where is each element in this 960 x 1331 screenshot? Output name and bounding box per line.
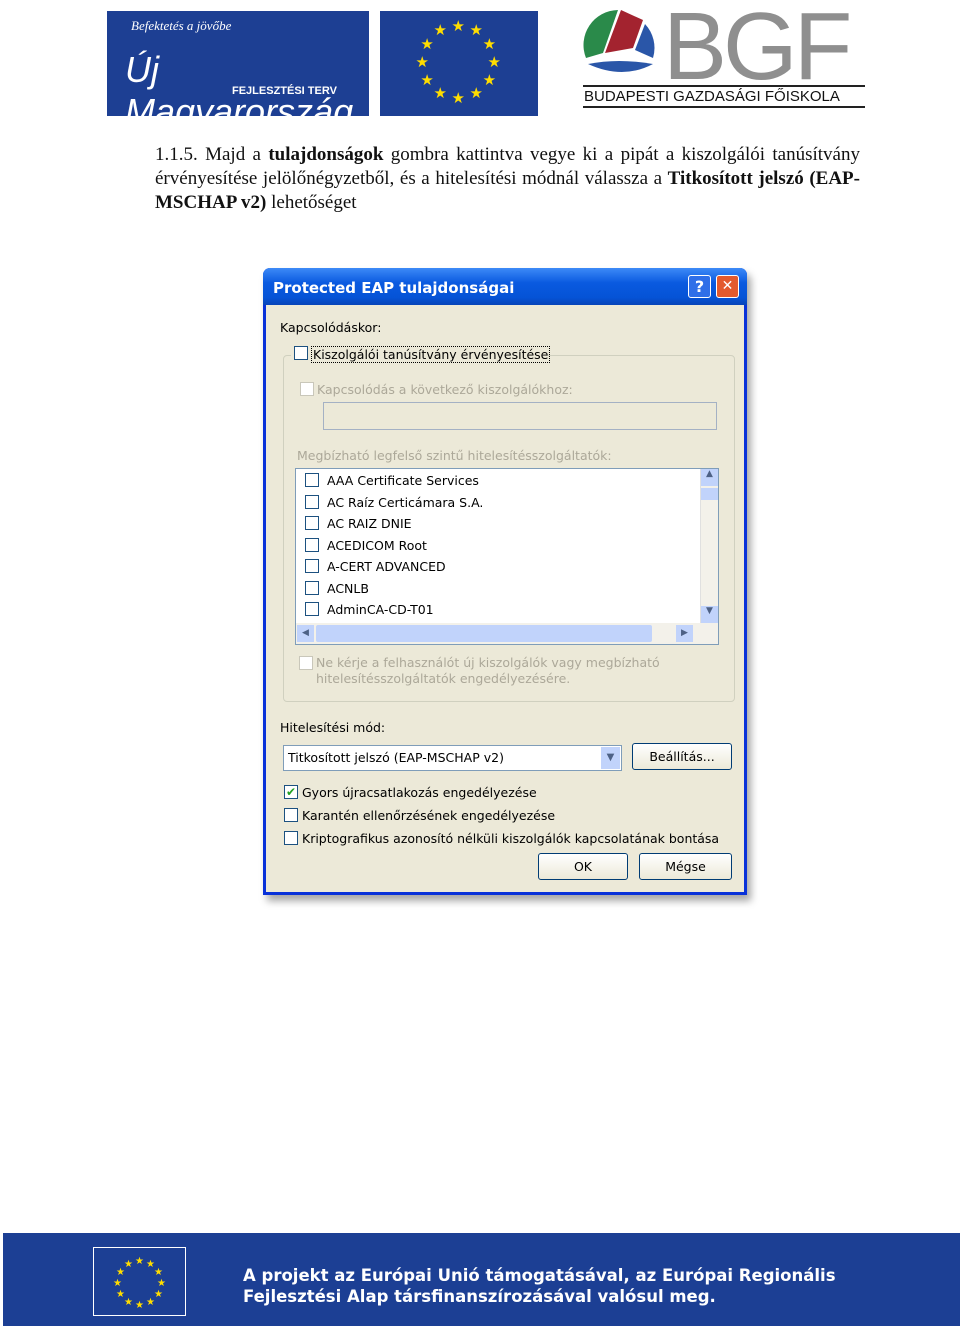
hscroll-thumb[interactable] <box>316 625 652 642</box>
scroll-down-icon[interactable]: ▼ <box>701 606 718 623</box>
ca-checkbox[interactable] <box>305 580 319 595</box>
scroll-left-icon[interactable]: ◀ <box>297 625 314 642</box>
auth-method-select[interactable]: Titkosított jelszó (EAP-MSCHAP v2) ▼ <box>283 745 622 771</box>
ca-list-item[interactable]: AAA Certificate Services <box>327 473 479 488</box>
star-icon: ★ <box>433 85 447 102</box>
ca-list-item[interactable]: AdminCA-CD-T01 <box>327 602 434 617</box>
star-icon: ★ <box>469 23 483 40</box>
star-icon: ★ <box>154 1289 164 1300</box>
star-icon: ★ <box>124 1297 133 1309</box>
option-checkbox[interactable]: ✔ <box>284 785 298 799</box>
star-icon: ★ <box>124 1258 133 1270</box>
bgf-logo: BGF BUDAPESTI GAZDASÁGI FŐISKOLA <box>583 0 865 110</box>
help-button[interactable]: ? <box>688 275 711 298</box>
title-bar[interactable]: Protected EAP tulajdonságai ? ✕ <box>263 268 747 305</box>
star-icon: ★ <box>482 72 497 89</box>
close-button[interactable]: ✕ <box>716 275 739 298</box>
star-icon: ★ <box>451 18 465 35</box>
option-checkbox[interactable] <box>284 831 298 845</box>
ok-button[interactable]: OK <box>538 853 628 880</box>
scroll-up-icon[interactable]: ▲ <box>701 469 718 486</box>
scroll-right-icon[interactable]: ▶ <box>676 625 693 642</box>
eu-flag-logo: ★ ★ ★ ★ ★ ★ ★ ★ ★ ★ ★ ★ <box>380 11 538 116</box>
ca-checkbox[interactable] <box>305 494 319 509</box>
ca-checkbox[interactable] <box>305 537 319 552</box>
horizontal-scrollbar[interactable]: ◀ ▶ <box>296 623 718 644</box>
uj-magyarorszag-logo: Befektetés a jövőbe Új Magyarország FEJL… <box>107 11 369 132</box>
scroll-thumb[interactable] <box>701 488 718 500</box>
star-icon: ★ <box>420 36 434 53</box>
settings-button[interactable]: Beállítás... <box>632 743 732 770</box>
bgf-emblem-icon <box>583 10 655 72</box>
ca-checkbox[interactable] <box>305 516 319 530</box>
ca-checkbox[interactable] <box>305 473 319 487</box>
star-icon: ★ <box>433 23 447 40</box>
star-icon: ★ <box>135 1256 144 1267</box>
ca-list-item[interactable]: A-CERT ADVANCED <box>327 559 446 574</box>
connect-servers-checkbox <box>300 382 314 396</box>
option-label[interactable]: Karantén ellenőrzésének engedélyezése <box>302 808 555 823</box>
servers-input <box>323 402 717 430</box>
instruction-paragraph: 1.1.5. Majd a tulajdonságok gombra katti… <box>155 144 860 213</box>
star-icon: ★ <box>487 54 501 71</box>
ca-list-item[interactable]: ACNLB <box>327 581 369 596</box>
option-label[interactable]: Gyors újracsatlakozás engedélyezése <box>302 785 537 800</box>
ca-list[interactable]: ▲ ▼ ◀ ▶ AAA Certificate Services AC Raíz … <box>295 468 719 645</box>
protected-eap-dialog: Protected EAP tulajdonságai ? ✕ Kapcsoló… <box>263 268 747 895</box>
footer-banner: ★ ★ ★ ★ ★ ★ ★ ★ ★ ★ ★ ★ A projekt az Európai Unió t… <box>3 1233 960 1326</box>
star-icon: ★ <box>420 72 434 89</box>
star-icon: ★ <box>415 54 429 71</box>
star-icon: ★ <box>451 90 465 107</box>
no-prompt-checkbox <box>299 656 313 670</box>
eu-flag-footer: ★ ★ ★ ★ ★ ★ ★ ★ ★ ★ ★ ★ <box>93 1247 186 1316</box>
ca-checkbox[interactable] <box>305 602 319 616</box>
validate-cert-checkbox[interactable] <box>294 346 308 360</box>
star-icon: ★ <box>469 85 483 102</box>
star-icon: ★ <box>146 1297 155 1309</box>
option-label[interactable]: Kriptografikus azonosító nélküli kiszolg… <box>302 831 719 846</box>
vertical-scrollbar[interactable]: ▲ ▼ <box>700 469 718 623</box>
cancel-button[interactable]: Mégse <box>639 853 732 880</box>
star-icon: ★ <box>135 1300 144 1311</box>
ca-list-item[interactable]: ACEDICOM Root <box>327 538 427 553</box>
option-checkbox[interactable] <box>284 808 298 822</box>
ca-list-item[interactable]: AC RAIZ DNIE <box>327 516 412 531</box>
ca-checkbox[interactable] <box>305 559 319 573</box>
ca-list-item[interactable]: AC Raíz Certicámara S.A. <box>327 495 483 510</box>
chevron-down-icon[interactable]: ▼ <box>601 747 620 769</box>
star-icon: ★ <box>482 36 497 53</box>
